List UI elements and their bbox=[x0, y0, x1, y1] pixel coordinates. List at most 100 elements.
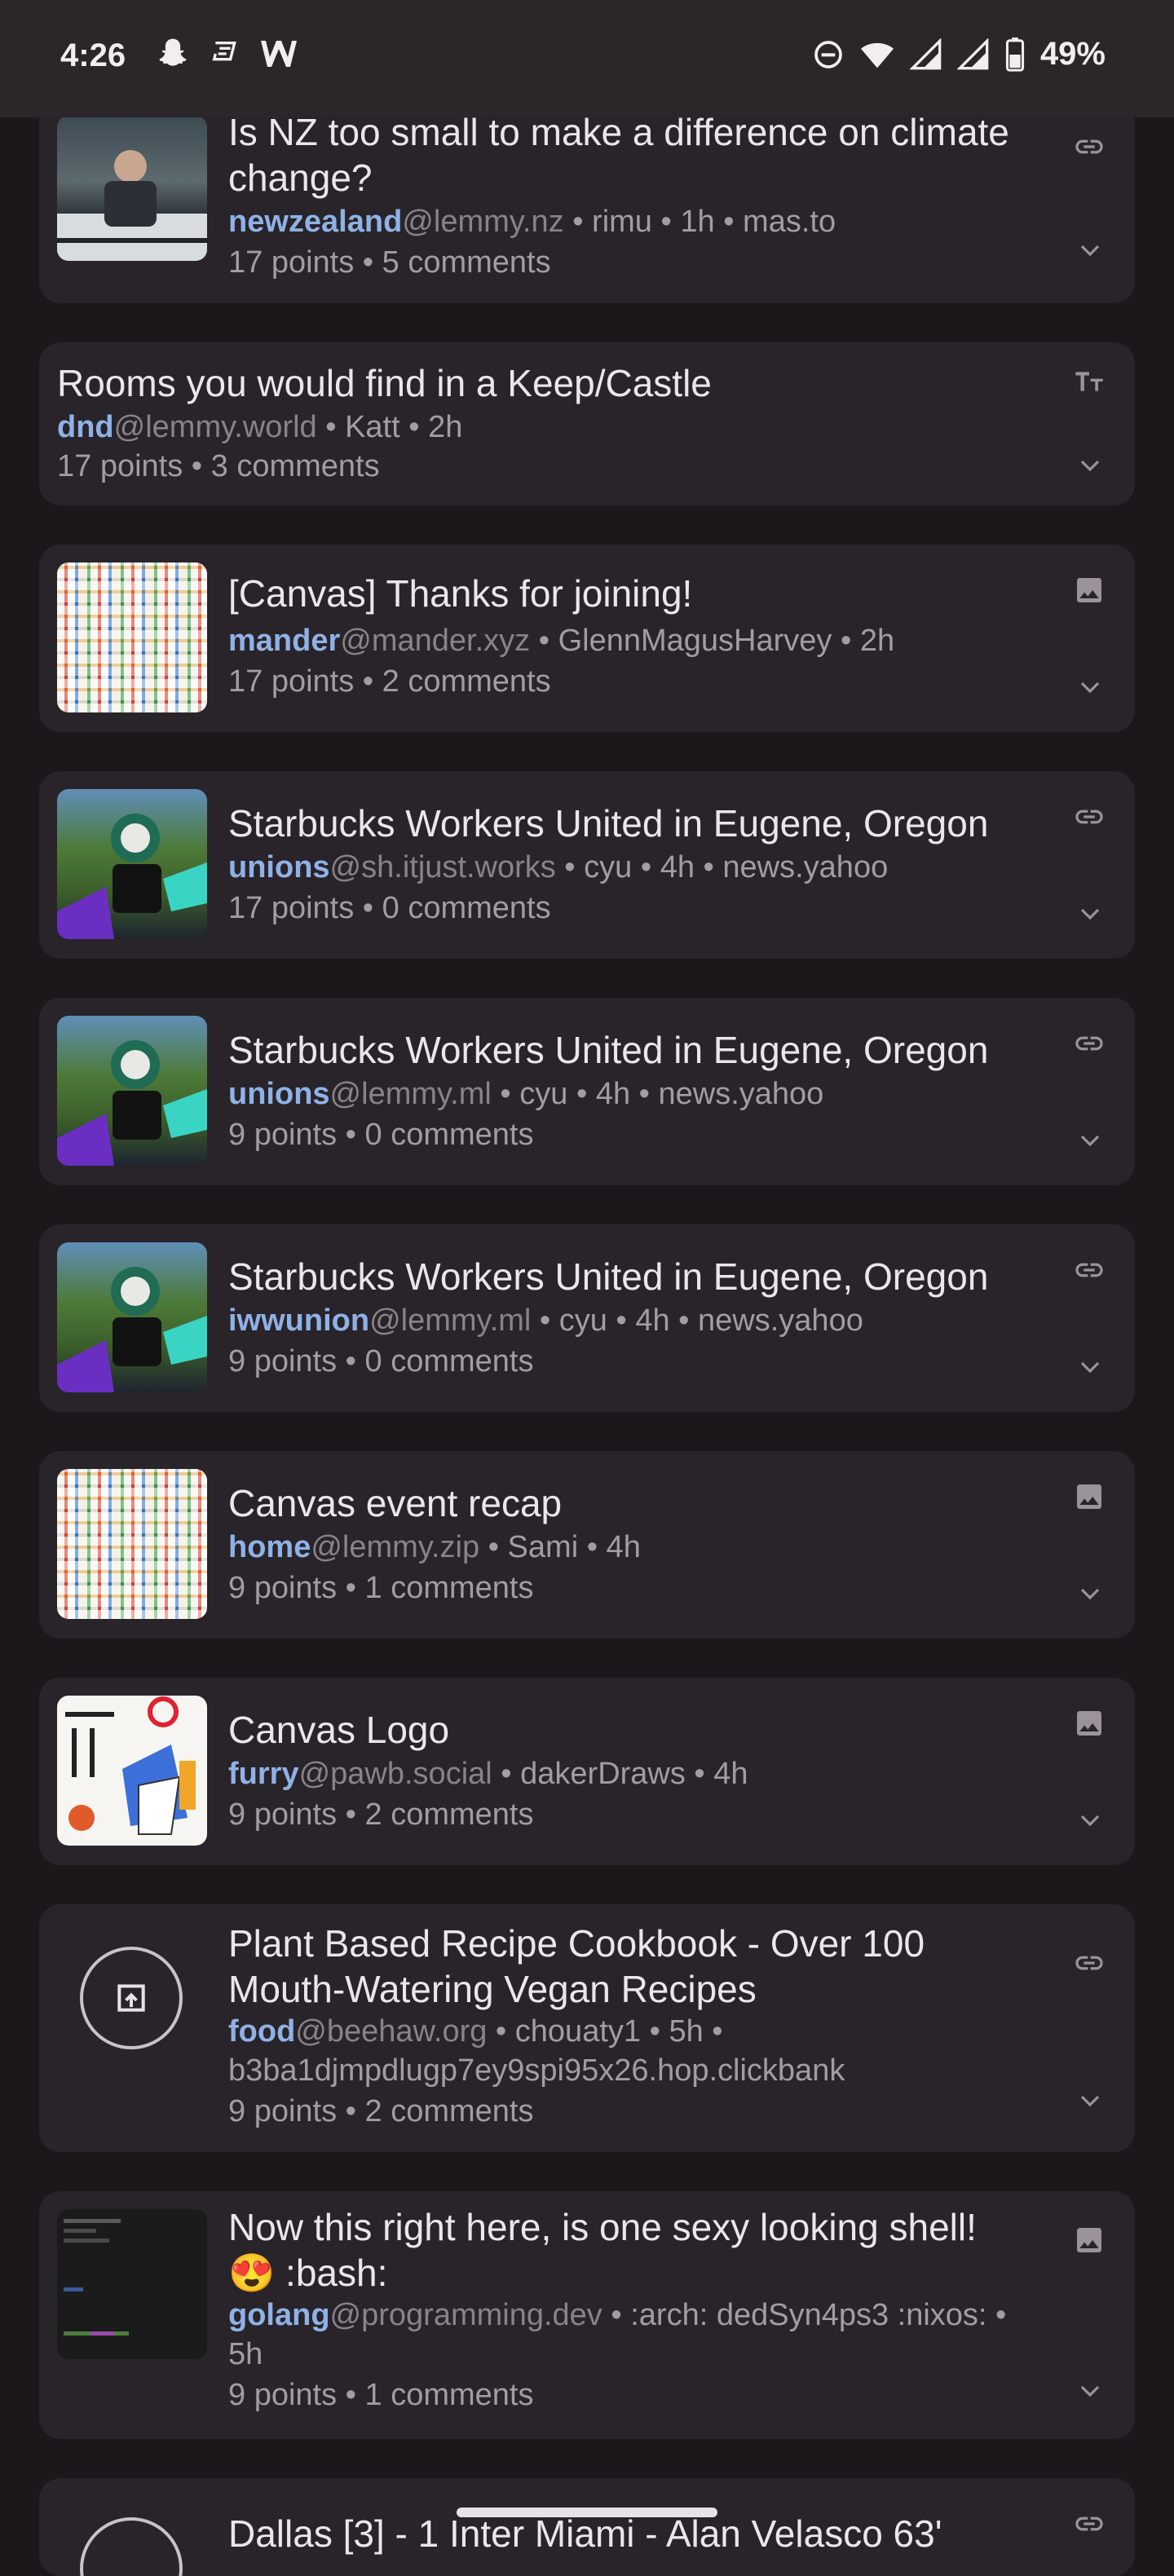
image-icon bbox=[1077, 1484, 1101, 1509]
w-app-icon bbox=[261, 41, 297, 67]
post-link-domain[interactable]: b3ba1djmpdlugp7ey9spi95x26.hop.clickbank bbox=[228, 2051, 845, 2090]
community-link[interactable]: newzealand bbox=[228, 205, 402, 239]
post-stats: 17 points • 0 comments bbox=[228, 891, 551, 925]
post-title-line[interactable]: 😍 :bash: bbox=[228, 2252, 387, 2294]
open-link-icon[interactable] bbox=[80, 1947, 183, 2049]
do-not-disturb-icon bbox=[814, 40, 842, 68]
post-thumbnail[interactable] bbox=[57, 562, 207, 712]
post-title[interactable]: Canvas Logo bbox=[228, 1707, 1044, 1753]
post-meta-rest: • cyu • 4h • news.yahoo bbox=[555, 850, 889, 884]
status-bar: 4:26 49% bbox=[0, 0, 1174, 117]
instance-name: @lemmy.ml bbox=[369, 1303, 532, 1338]
post-meta: furry@pawb.social • dakerDraws • 4h bbox=[228, 1754, 748, 1793]
post-meta: dnd@lemmy.world • Katt • 2h bbox=[57, 408, 462, 447]
post-card[interactable]: Starbucks Workers United in Eugene, Oreg… bbox=[39, 771, 1135, 959]
post-card[interactable]: Plant Based Recipe Cookbook - Over 100 M… bbox=[39, 1904, 1135, 2152]
post-thumbnail[interactable] bbox=[57, 116, 207, 261]
post-card[interactable]: Rooms you would find in a Keep/Castle dn… bbox=[39, 342, 1135, 505]
chevron-down-icon[interactable] bbox=[1078, 238, 1102, 262]
chevron-down-icon[interactable] bbox=[1078, 2089, 1102, 2113]
chevron-down-icon[interactable] bbox=[1078, 902, 1102, 926]
community-link[interactable]: golang bbox=[228, 2298, 330, 2332]
post-meta: newzealand@lemmy.nz • rimu • 1h • mas.to bbox=[228, 202, 836, 241]
post-title[interactable]: Now this right here, is one sexy looking… bbox=[228, 2204, 1044, 2296]
post-stats: 9 points • 2 comments bbox=[228, 2094, 534, 2128]
community-link[interactable]: unions bbox=[228, 850, 330, 884]
community-link[interactable]: furry bbox=[228, 1757, 299, 1791]
gesture-handle[interactable] bbox=[457, 2508, 717, 2517]
system-icons: 49% bbox=[812, 36, 1106, 73]
chevron-down-icon[interactable] bbox=[1078, 1581, 1102, 1606]
post-title[interactable]: Starbucks Workers United in Eugene, Oreg… bbox=[228, 1027, 1044, 1073]
post-title[interactable]: Starbucks Workers United in Eugene, Oreg… bbox=[228, 1254, 1044, 1299]
post-thumbnail[interactable] bbox=[57, 2209, 207, 2359]
post-card[interactable]: Starbucks Workers United in Eugene, Oreg… bbox=[39, 998, 1135, 1185]
wifi-icon bbox=[860, 42, 894, 68]
post-card[interactable]: Starbucks Workers United in Eugene, Oreg… bbox=[39, 1224, 1135, 1412]
post-time: 5h bbox=[228, 2337, 263, 2371]
post-title[interactable]: [Canvas] Thanks for joining! bbox=[228, 571, 1044, 616]
post-thumbnail[interactable] bbox=[57, 1016, 207, 1166]
instance-name: @pawb.social bbox=[298, 1757, 492, 1791]
image-icon bbox=[1077, 1711, 1101, 1736]
link-icon bbox=[1075, 1263, 1103, 1277]
status-time: 4:26 bbox=[60, 37, 126, 73]
post-title[interactable]: Canvas event recap bbox=[228, 1480, 1044, 1526]
community-link[interactable]: food bbox=[228, 2014, 295, 2049]
link-icon bbox=[1075, 139, 1103, 154]
post-meta: unions@sh.itjust.works • cyu • 4h • news… bbox=[228, 848, 888, 887]
post-meta-rest: • dakerDraws • 4h bbox=[492, 1757, 748, 1791]
post-meta: iwwunion@lemmy.ml • cyu • 4h • news.yaho… bbox=[228, 1301, 863, 1340]
post-thumbnail[interactable] bbox=[57, 1242, 207, 1392]
post-meta: golang@programming.dev • :arch: dedSyn4p… bbox=[228, 2296, 1006, 2335]
chevron-down-icon[interactable] bbox=[1078, 1355, 1102, 1379]
post-card[interactable]: Now this right here, is one sexy looking… bbox=[39, 2191, 1135, 2439]
post-card[interactable]: [Canvas] Thanks for joining! mander@mand… bbox=[39, 545, 1135, 732]
community-link[interactable]: home bbox=[228, 1530, 311, 1564]
post-meta: mander@mander.xyz • GlennMagusHarvey • 2… bbox=[228, 621, 894, 660]
post-stats: 9 points • 1 comments bbox=[228, 2378, 534, 2412]
battery-icon bbox=[1005, 37, 1025, 72]
community-link[interactable]: dnd bbox=[57, 410, 114, 444]
chevron-down-icon[interactable] bbox=[1078, 1128, 1102, 1153]
post-stats: 9 points • 0 comments bbox=[228, 1344, 534, 1378]
chevron-down-icon[interactable] bbox=[1078, 1808, 1102, 1833]
post-title[interactable]: Rooms you would find in a Keep/Castle bbox=[57, 360, 1035, 406]
post-card[interactable]: Is NZ too small to make a difference on … bbox=[39, 98, 1135, 303]
post-meta-rest: • Katt • 2h bbox=[316, 410, 463, 444]
post-meta: food@beehaw.org • chouaty1 • 5h • bbox=[228, 2012, 723, 2051]
community-link[interactable]: iwwunion bbox=[228, 1303, 369, 1338]
chevron-down-icon[interactable] bbox=[1078, 2379, 1102, 2403]
image-icon bbox=[1077, 578, 1101, 602]
snapchat-icon bbox=[159, 38, 187, 66]
community-link[interactable]: mander bbox=[228, 624, 340, 658]
instance-name: @programming.dev bbox=[329, 2298, 602, 2332]
instance-name: @lemmy.ml bbox=[329, 1077, 492, 1111]
instance-name: @beehaw.org bbox=[295, 2014, 488, 2049]
post-thumbnail[interactable] bbox=[57, 789, 207, 939]
post-meta: unions@lemmy.ml • cyu • 4h • news.yahoo bbox=[228, 1074, 823, 1114]
community-link[interactable]: unions bbox=[228, 1077, 330, 1111]
post-title-line[interactable]: Now this right here, is one sexy looking… bbox=[228, 2206, 977, 2248]
post-card[interactable]: Canvas event recap home@lemmy.zip • Sami… bbox=[39, 1451, 1135, 1639]
post-stats: 17 points • 3 comments bbox=[57, 449, 380, 483]
instance-name: @sh.itjust.works bbox=[329, 850, 556, 884]
post-card[interactable]: Canvas Logo furry@pawb.social • dakerDra… bbox=[39, 1678, 1135, 1865]
post-title[interactable]: Dallas [3] - 1 Inter Miami - Alan Velasc… bbox=[228, 2511, 1044, 2556]
post-stats: 9 points • 1 comments bbox=[228, 1571, 534, 1605]
post-stats: 9 points • 2 comments bbox=[228, 1797, 534, 1832]
post-title[interactable]: Starbucks Workers United in Eugene, Oreg… bbox=[228, 801, 1044, 846]
post-title[interactable]: Is NZ too small to make a difference on … bbox=[228, 109, 1044, 201]
post-card[interactable]: Dallas [3] - 1 Inter Miami - Alan Velasc… bbox=[39, 2478, 1135, 2576]
signal-icon-2 bbox=[956, 37, 989, 69]
chevron-down-icon[interactable] bbox=[1078, 675, 1102, 699]
post-thumbnail[interactable] bbox=[57, 1696, 207, 1846]
post-meta-rest: • cyu • 4h • news.yahoo bbox=[491, 1077, 824, 1111]
link-icon bbox=[1075, 1036, 1103, 1051]
chevron-down-icon[interactable] bbox=[1078, 453, 1102, 478]
instance-name: @lemmy.nz bbox=[402, 205, 564, 239]
open-link-icon[interactable] bbox=[80, 2517, 183, 2576]
text-post-icon bbox=[1075, 372, 1103, 391]
post-title[interactable]: Plant Based Recipe Cookbook - Over 100 M… bbox=[228, 1921, 1011, 2012]
post-thumbnail[interactable] bbox=[57, 1469, 207, 1619]
